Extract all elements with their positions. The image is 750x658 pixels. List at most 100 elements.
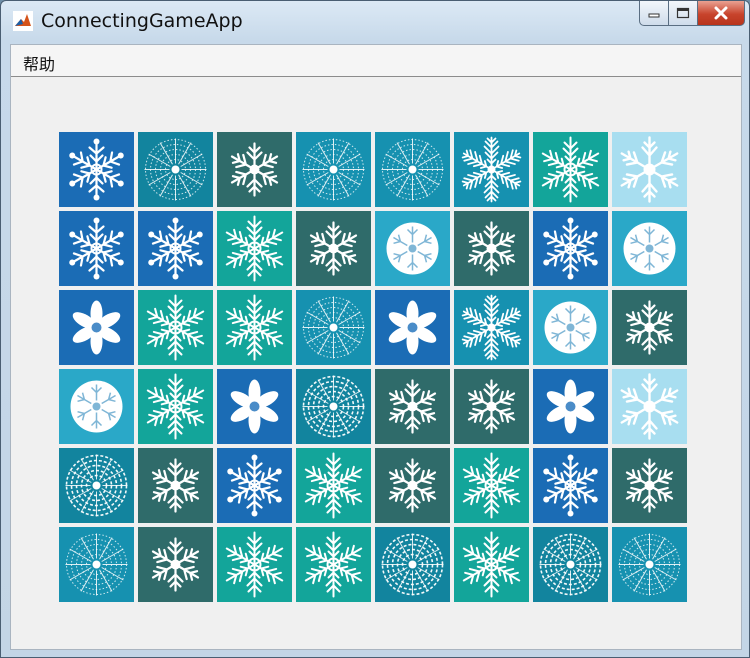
tile-r4-c1[interactable]: [59, 369, 134, 444]
tile-r4-c8[interactable]: [612, 369, 687, 444]
mandala-snowflake-icon: [302, 138, 365, 201]
snowflake-star-icon: [146, 373, 205, 440]
mandala-snowflake-icon: [381, 138, 444, 201]
tile-r2-c5[interactable]: [375, 211, 450, 286]
tile-r3-c1[interactable]: [59, 290, 134, 365]
snowflake-star-icon: [225, 531, 284, 598]
snowflake-star-icon: [541, 136, 600, 203]
tile-r6-c5[interactable]: [375, 527, 450, 602]
tile-r4-c7[interactable]: [533, 369, 608, 444]
tile-r4-c5[interactable]: [375, 369, 450, 444]
close-icon: [714, 6, 728, 20]
mandala-lace-icon: [539, 533, 602, 596]
mandala-snowflake-icon: [65, 533, 128, 596]
snowflake-ornate-icon: [543, 454, 598, 517]
snowflake-fern-icon: [461, 136, 522, 203]
mandala-snowflake-icon: [302, 296, 365, 359]
snowflake-branch-icon: [388, 458, 437, 513]
tile-r6-c2[interactable]: [138, 527, 213, 602]
snowflake-puffy-icon: [72, 300, 121, 355]
tile-r2-c4[interactable]: [296, 211, 371, 286]
tile-r5-c3[interactable]: [217, 448, 292, 523]
tile-r6-c7[interactable]: [533, 527, 608, 602]
snowflake-puffy-icon: [388, 300, 437, 355]
tile-r4-c3[interactable]: [217, 369, 292, 444]
snowflake-round-icon: [623, 222, 676, 275]
tile-r3-c8[interactable]: [612, 290, 687, 365]
snowflake-round-icon: [70, 380, 123, 433]
snowflake-ornate-icon: [69, 138, 124, 201]
mandala-lace-icon: [302, 375, 365, 438]
tile-r1-c6[interactable]: [454, 132, 529, 207]
snowflake-branch-icon: [309, 221, 358, 276]
tile-r3-c4[interactable]: [296, 290, 371, 365]
tile-r5-c6[interactable]: [454, 448, 529, 523]
menu-bar: 帮助: [11, 45, 741, 77]
snowflake-branch-icon: [625, 300, 674, 355]
snowflake-branch-icon: [625, 458, 674, 513]
snowflake-simple-icon: [620, 136, 679, 203]
tile-r1-c4[interactable]: [296, 132, 371, 207]
snowflake-star-icon: [225, 294, 284, 361]
tile-r2-c1[interactable]: [59, 211, 134, 286]
snowflake-branch-icon: [388, 379, 437, 434]
tile-r2-c3[interactable]: [217, 211, 292, 286]
tile-r4-c4[interactable]: [296, 369, 371, 444]
tile-r3-c5[interactable]: [375, 290, 450, 365]
tile-r5-c2[interactable]: [138, 448, 213, 523]
snowflake-branch-icon: [467, 379, 516, 434]
mandala-snowflake-icon: [144, 138, 207, 201]
menu-help[interactable]: 帮助: [17, 49, 61, 77]
mandala-snowflake-icon: [618, 533, 681, 596]
mandala-lace-icon: [381, 533, 444, 596]
snowflake-puffy-icon: [230, 379, 279, 434]
tile-r5-c5[interactable]: [375, 448, 450, 523]
window-controls: [639, 1, 745, 27]
snowflake-star-icon: [146, 294, 205, 361]
tile-r3-c3[interactable]: [217, 290, 292, 365]
snowflake-puffy-icon: [546, 379, 595, 434]
snowflake-ornate-icon: [148, 217, 203, 280]
tile-r5-c4[interactable]: [296, 448, 371, 523]
snowflake-branch-icon: [151, 537, 200, 592]
tile-r6-c1[interactable]: [59, 527, 134, 602]
snowflake-round-icon: [544, 301, 597, 354]
game-board: [59, 132, 687, 602]
snowflake-star-icon: [462, 452, 521, 519]
snowflake-star-icon: [304, 531, 363, 598]
snowflake-branch-icon: [230, 142, 279, 197]
tile-r1-c1[interactable]: [59, 132, 134, 207]
tile-r4-c2[interactable]: [138, 369, 213, 444]
maximize-button[interactable]: [669, 1, 698, 26]
tile-r1-c3[interactable]: [217, 132, 292, 207]
tile-r3-c6[interactable]: [454, 290, 529, 365]
snowflake-branch-icon: [151, 458, 200, 513]
tile-r2-c8[interactable]: [612, 211, 687, 286]
snowflake-branch-icon: [467, 221, 516, 276]
close-button[interactable]: [698, 1, 745, 26]
snowflake-round-icon: [386, 222, 439, 275]
tile-r5-c1[interactable]: [59, 448, 134, 523]
tile-r1-c8[interactable]: [612, 132, 687, 207]
tile-r6-c3[interactable]: [217, 527, 292, 602]
minimize-button[interactable]: [639, 1, 669, 26]
tile-r1-c2[interactable]: [138, 132, 213, 207]
title-bar[interactable]: ConnectingGameApp: [1, 1, 749, 41]
tile-r1-c5[interactable]: [375, 132, 450, 207]
tile-r6-c6[interactable]: [454, 527, 529, 602]
tile-r5-c8[interactable]: [612, 448, 687, 523]
tile-r3-c2[interactable]: [138, 290, 213, 365]
tile-r6-c8[interactable]: [612, 527, 687, 602]
tile-r2-c2[interactable]: [138, 211, 213, 286]
tile-r2-c7[interactable]: [533, 211, 608, 286]
tile-r3-c7[interactable]: [533, 290, 608, 365]
tile-r2-c6[interactable]: [454, 211, 529, 286]
tile-r4-c6[interactable]: [454, 369, 529, 444]
minimize-icon: [648, 13, 660, 18]
tile-r6-c4[interactable]: [296, 527, 371, 602]
snowflake-ornate-icon: [543, 217, 598, 280]
tile-r5-c7[interactable]: [533, 448, 608, 523]
tile-r1-c7[interactable]: [533, 132, 608, 207]
window-title: ConnectingGameApp: [41, 10, 243, 32]
snowflake-fern-icon: [461, 294, 522, 361]
